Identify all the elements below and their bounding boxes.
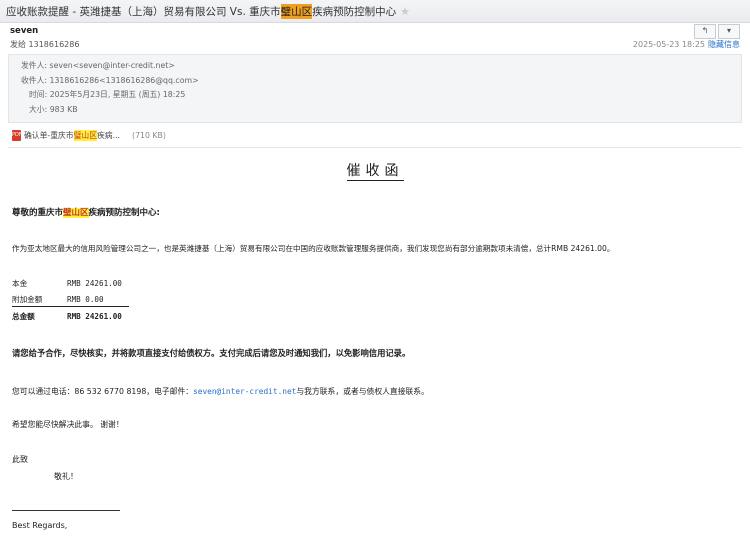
message-body: 催收函 尊敬的重庆市璧山区疾病预防控制中心: 作为亚太地区最大的信用风险管理公司… bbox=[0, 160, 750, 530]
amount-row-total: 总金额 RMB 24261.00 bbox=[12, 307, 738, 325]
message-details-box: 发件人: seven<seven@inter-credit.net> 收件人: … bbox=[8, 54, 742, 123]
letter-regards: Best Regards, bbox=[12, 521, 68, 530]
greeting-suffix: 疾病预防控制中心: bbox=[88, 208, 160, 218]
to-value[interactable]: 1318616286<1318616286@qq.com> bbox=[50, 76, 199, 85]
contact-suffix: 与我方联系，或者与债权人直接联系。 bbox=[296, 387, 429, 396]
time-value: 2025年5月23日, 星期五 (周五) 18:25 bbox=[49, 90, 186, 99]
size-label: 大小: bbox=[29, 104, 48, 114]
letter-greeting: 尊敬的重庆市璧山区疾病预防控制中心: bbox=[12, 206, 738, 218]
contact-prefix: 您可以通过电话：86 532 6770 8198，电子邮件： bbox=[12, 387, 194, 396]
size-row: 大小: 983 KB bbox=[21, 103, 729, 118]
message-nav: ↰ ▾ bbox=[692, 24, 740, 39]
amount-table: 本金 RMB 24261.00 附加金额 RMB 0.00 总金额 RMB 24… bbox=[12, 274, 738, 325]
pdf-file-icon: PDF bbox=[12, 129, 22, 141]
signature-divider bbox=[12, 510, 120, 511]
window-title-highlight: 璧山区 bbox=[280, 3, 313, 19]
contact-email-link[interactable]: seven@inter-credit.net bbox=[193, 387, 296, 396]
hide-details-link[interactable]: 隐藏信息 bbox=[708, 40, 740, 49]
letter-hope: 希望您能尽快解决此事。 谢谢！ bbox=[12, 420, 124, 429]
star-icon[interactable]: ★ bbox=[400, 5, 410, 18]
time-label: 时间: bbox=[29, 90, 48, 99]
window-title-suffix: 疾病预防控制中心 bbox=[312, 5, 397, 18]
letter-intro: 作为亚太地区最大的信用风险管理公司之一，也是英潍捷基（上海）贸易有限公司在中国的… bbox=[12, 244, 615, 253]
time-row: 时间: 2025年5月23日, 星期五 (周五) 18:25 bbox=[21, 88, 729, 103]
amount-value: RMB 0.00 bbox=[67, 294, 104, 304]
amount-label: 附加金额 bbox=[12, 294, 43, 304]
message-date: 2025-05-23 18:25 bbox=[632, 40, 705, 49]
payment-request: 请您给予合作，尽快核实，并将款项直接支付给债权方。支付完成后请您及时通知我们，以… bbox=[12, 348, 411, 358]
attachment-size: (710 KB) bbox=[132, 130, 166, 140]
amount-value: RMB 24261.00 bbox=[67, 311, 122, 321]
attachment-name-highlight: 璧山区 bbox=[73, 129, 97, 141]
window-title-bar: 应收账款提醒 - 英潍捷基（上海）贸易有限公司 Vs. 重庆市 璧山区 疾病预防控制… bbox=[0, 0, 750, 23]
amount-value: RMB 24261.00 bbox=[67, 278, 122, 288]
from-value[interactable]: seven<seven@inter-credit.net> bbox=[50, 61, 175, 70]
letter-closing: 此致 bbox=[12, 455, 28, 464]
amount-label: 总金额 bbox=[12, 311, 35, 321]
amount-row-principal: 本金 RMB 24261.00 bbox=[12, 274, 738, 292]
letter-salute: 敬礼！ bbox=[54, 472, 78, 481]
sender-name[interactable]: seven bbox=[10, 26, 740, 36]
message-header: seven 发给 1318616286 ↰ ▾ 2025-05-23 18:25… bbox=[0, 23, 750, 54]
greeting-prefix: 尊敬的重庆市 bbox=[12, 208, 64, 218]
header-divider bbox=[8, 147, 742, 148]
attachment-item[interactable]: PDF 确认单-重庆市 璧山区 疾病... (710 KB) bbox=[0, 123, 750, 147]
to-label: 收件人: bbox=[21, 75, 48, 85]
size-value: 983 KB bbox=[49, 104, 78, 114]
attachment-name-suffix: 疾病... bbox=[97, 130, 121, 140]
contact-info: 您可以通过电话：86 532 6770 8198，电子邮件：seven@inte… bbox=[12, 386, 738, 397]
to-row: 收件人: 1318616286<1318616286@qq.com> bbox=[21, 74, 729, 89]
recipient-line: 发给 1318616286 bbox=[10, 40, 80, 49]
message-date-row: 2025-05-23 18:25 隐藏信息 bbox=[633, 39, 740, 50]
greeting-highlight: 璧山区 bbox=[63, 208, 89, 218]
from-label: 发件人: bbox=[21, 61, 48, 70]
attachment-name-prefix: 确认单-重庆市 bbox=[24, 130, 74, 140]
from-row: 发件人: seven<seven@inter-credit.net> bbox=[21, 59, 729, 74]
amount-row-additional: 附加金额 RMB 0.00 bbox=[12, 292, 129, 307]
letter-title: 催收函 bbox=[12, 160, 738, 181]
more-options-icon[interactable]: ▾ bbox=[718, 24, 740, 39]
amount-label: 本金 bbox=[12, 278, 28, 288]
reply-icon[interactable]: ↰ bbox=[694, 24, 716, 39]
window-title-prefix: 应收账款提醒 - 英潍捷基（上海）贸易有限公司 Vs. 重庆市 bbox=[6, 5, 281, 18]
letter-title-text: 催收函 bbox=[346, 163, 404, 181]
